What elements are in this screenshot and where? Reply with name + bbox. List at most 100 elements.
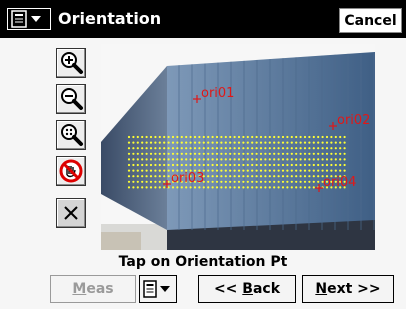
pan-toggle-button[interactable] [56,156,86,186]
zoom-fit-button[interactable] [56,120,86,150]
grid-point [325,152,329,155]
grid-point [158,147,161,150]
back-button[interactable]: << Back [198,275,296,303]
grid-point [299,158,302,161]
grid-point [339,152,342,155]
grid-point [229,152,232,155]
grid-point [224,180,227,183]
grid-point [303,169,307,172]
grid-point [273,147,276,150]
app-menu-button[interactable] [7,8,51,30]
grid-point [176,158,179,161]
grid-point [308,141,311,144]
grid-point [185,163,188,167]
grid-point [273,158,276,161]
grid-point [189,152,192,155]
grid-point [255,152,258,155]
grid-point [264,163,267,167]
instruction-text: Tap on Orientation Pt [118,254,288,270]
grid-point [286,180,289,183]
grid-point [220,163,223,167]
grid-point [202,135,205,139]
grid-point [259,186,263,189]
grid-point [229,169,232,172]
grid-point [242,169,245,172]
grid-point [242,186,245,189]
grid-point [145,186,148,189]
grid-point [339,141,342,144]
grid-point [273,163,276,167]
grid-point [303,175,307,178]
grid-point [220,186,223,189]
grid-point [264,135,267,139]
grid-point [211,180,214,183]
grid-point [193,147,197,150]
grid-point [233,152,236,155]
grid-point [167,186,170,189]
grid-point [220,175,223,178]
grid-point [163,158,166,161]
grid-point [127,152,131,155]
grid-point [242,180,245,183]
grid-point [242,152,245,155]
meas-button[interactable]: Meas [50,275,136,303]
zoom-in-button[interactable] [56,48,86,78]
grid-point [268,163,271,167]
cancel-button[interactable]: Cancel [339,8,402,33]
grid-point [308,175,311,178]
grid-point [141,175,144,178]
grid-point [299,169,302,172]
grid-point [255,163,258,167]
grid-point [154,147,157,150]
grid-point [154,135,157,139]
grid-point [136,141,139,144]
grid-point [145,169,148,172]
grid-point [295,163,298,167]
grid-point [251,180,254,183]
grid-point [330,169,333,172]
grid-point [189,186,192,189]
orientation-photo[interactable]: ori01 ori02 ori03 ori04 [101,44,375,250]
grid-point [339,147,342,150]
grid-point [176,141,179,144]
grid-point [149,163,153,167]
zoom-out-button[interactable] [56,84,86,114]
grid-point [220,147,223,150]
grid-point [317,141,320,144]
grid-point [290,180,293,183]
grid-point [202,158,205,161]
grid-point [330,152,333,155]
grid-point [295,169,298,172]
grid-point [273,186,276,189]
grid-point [255,158,258,161]
grid-point [167,147,170,150]
grid-point [259,141,263,144]
grid-point [273,152,276,155]
grid-point [189,158,192,161]
grid-point [295,141,298,144]
grid-point [180,163,183,167]
grid-point [215,186,219,189]
grid-point [299,152,302,155]
grid-point [255,141,258,144]
grid-point [277,180,280,183]
grid-point [141,135,144,139]
grid-point [325,158,329,161]
meas-menu-button[interactable] [139,275,177,303]
clear-button[interactable] [56,198,86,228]
grid-point [242,158,245,161]
grid-point [312,186,315,189]
grid-point [281,180,285,183]
grid-point [237,147,241,150]
point-label-ori04: ori04 [323,175,356,190]
grid-point [167,158,170,161]
grid-point [224,186,227,189]
grid-point [154,158,157,161]
grid-point [321,158,324,161]
grid-point [145,147,148,150]
grid-point [268,141,271,144]
next-button[interactable]: Next >> [302,275,394,303]
grid-point [308,169,311,172]
grid-point [264,158,267,161]
grid-point [185,135,188,139]
